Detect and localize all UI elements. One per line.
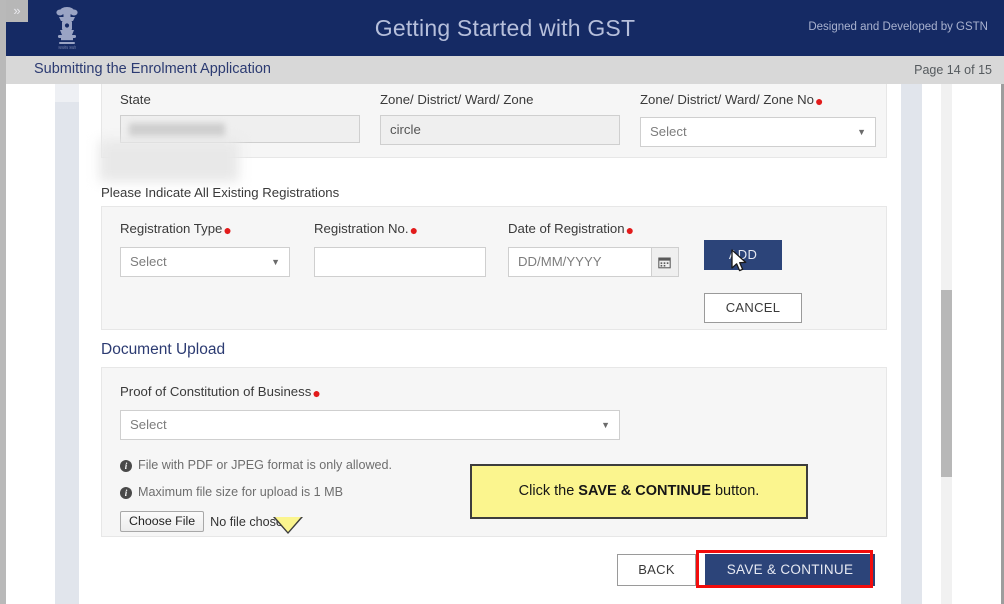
callout-tail — [275, 517, 301, 532]
field-registration-type-label: Registration Type● — [120, 221, 232, 238]
field-state-input — [120, 115, 360, 143]
field-registration-no-input[interactable] — [314, 246, 486, 277]
field-registration-no: Registration No.● — [314, 221, 504, 277]
chevron-down-icon: ▼ — [601, 419, 610, 430]
field-state-label: State — [120, 92, 151, 107]
choose-file-button[interactable]: Choose File — [120, 511, 205, 532]
field-proof-of-constitution-label: Proof of Constitution of Business● — [120, 384, 321, 401]
instruction-callout-text: Click the SAVE & CONTINUE button. — [472, 466, 806, 517]
section-bar: Submitting the Enrolment Application Pag… — [6, 56, 1004, 84]
upload-hint-format: i File with PDF or JPEG format is only al… — [120, 458, 392, 472]
application-window: » सत्यमेव जयते Getting Started with GST … — [0, 0, 1004, 604]
left-gutter — [55, 84, 79, 604]
callout-suffix: button. — [710, 483, 760, 499]
upload-hint-size: i Maximum file size for upload is 1 MB — [120, 485, 343, 499]
redaction-blur-halo — [99, 140, 239, 182]
registrations-panel: Registration Type● Select ▼ Registration… — [101, 206, 887, 330]
field-registration-date-label: Date of Registration● — [508, 221, 635, 238]
document-upload-title: Document Upload — [101, 341, 226, 358]
field-zone-no: Zone/ District/ Ward/ Zone No● Select ▼ — [640, 92, 880, 147]
field-registration-type-value: Select — [130, 253, 167, 269]
callout-prefix: Click the — [518, 483, 579, 499]
redacted-value — [129, 123, 225, 137]
section-title: Submitting the Enrolment Application — [34, 61, 271, 77]
required-marker: ● — [814, 92, 824, 109]
save-continue-highlight — [696, 550, 873, 588]
add-button[interactable]: ADD — [704, 240, 782, 270]
right-gutter — [901, 84, 922, 604]
info-icon: i — [120, 486, 132, 499]
field-registration-date: Date of Registration● DD/MM/YYYY — [508, 221, 708, 277]
field-zone-circle-label: Zone/ District/ Ward/ Zone — [380, 92, 534, 107]
instruction-callout: Click the SAVE & CONTINUE button. — [470, 464, 808, 519]
required-marker: ● — [625, 221, 635, 238]
form-sheet: State Zone/ District/ Ward/ Zone circle … — [79, 84, 901, 604]
field-proof-of-constitution: Proof of Constitution of Business● Selec… — [120, 384, 640, 440]
required-marker: ● — [409, 221, 419, 238]
field-zone-circle-input: circle — [380, 115, 620, 145]
registrations-heading: Please Indicate All Existing Registratio… — [101, 185, 340, 200]
cancel-button[interactable]: CANCEL — [704, 293, 802, 323]
app-header: » सत्यमेव जयते Getting Started with GST … — [6, 0, 1004, 56]
field-registration-no-label: Registration No.● — [314, 221, 419, 238]
page-indicator: Page 14 of 15 — [914, 63, 992, 77]
field-zone-no-label: Zone/ District/ Ward/ Zone No● — [640, 92, 824, 109]
chevron-down-icon: ▼ — [271, 256, 280, 267]
required-marker: ● — [312, 384, 321, 401]
required-marker: ● — [223, 221, 232, 238]
field-state: State — [120, 92, 360, 143]
chevron-down-icon: ▼ — [857, 126, 866, 137]
calendar-icon[interactable] — [651, 246, 679, 277]
field-registration-type: Registration Type● Select ▼ — [120, 221, 300, 277]
field-registration-type-select[interactable]: Select ▼ — [120, 246, 290, 277]
header-credit: Designed and Developed by GSTN — [808, 21, 988, 33]
back-button[interactable]: BACK — [617, 554, 696, 586]
field-zone-no-select[interactable]: Select ▼ — [640, 116, 876, 147]
info-icon: i — [120, 459, 132, 472]
field-proof-of-constitution-value: Select — [130, 416, 167, 432]
field-zone-no-value: Select — [650, 123, 687, 139]
content-area: State Zone/ District/ Ward/ Zone circle … — [6, 84, 1001, 604]
left-gutter-fade — [55, 84, 79, 102]
vertical-scrollbar-thumb[interactable] — [941, 290, 952, 477]
callout-emphasis: SAVE & CONTINUE — [578, 483, 711, 499]
file-upload-control: Choose File No file chosen — [120, 511, 290, 532]
field-proof-of-constitution-select[interactable]: Select ▼ — [120, 409, 620, 440]
field-zone-circle: Zone/ District/ Ward/ Zone circle — [380, 92, 620, 145]
